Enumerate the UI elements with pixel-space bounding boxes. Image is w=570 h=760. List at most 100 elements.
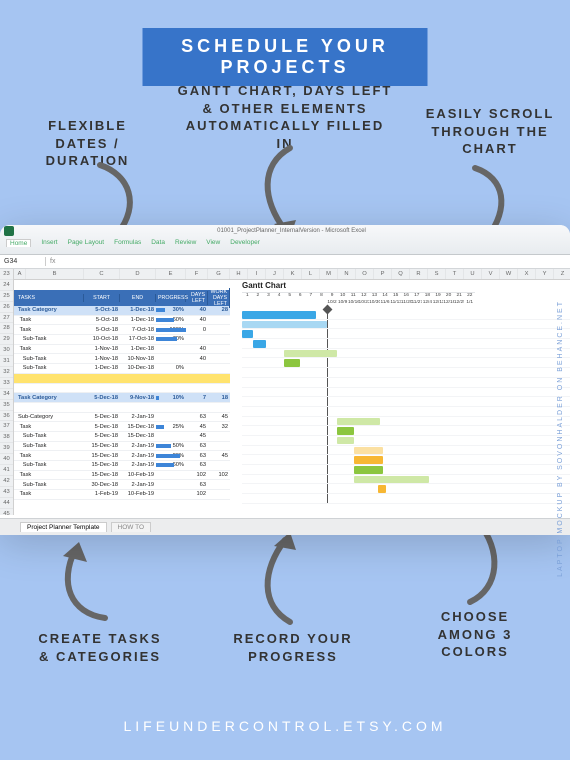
row-header[interactable]: 27	[0, 313, 13, 324]
table-row[interactable]	[14, 374, 230, 384]
gantt-bar[interactable]	[284, 359, 300, 367]
gantt-bar[interactable]	[378, 485, 386, 493]
footer-link[interactable]: LIFEUNDERCONTROL.ETSY.COM	[124, 718, 447, 734]
col-header[interactable]: X	[518, 269, 536, 279]
ribbon-tab-home[interactable]: Home	[6, 239, 31, 247]
ribbon-tab-insert[interactable]: Insert	[41, 239, 57, 247]
formula-bar[interactable]: G34 fx	[0, 255, 570, 269]
col-header[interactable]: B	[26, 269, 84, 279]
col-header[interactable]: O	[356, 269, 374, 279]
col-header[interactable]: R	[410, 269, 428, 279]
table-row[interactable]: Task15-Dec-182-Jan-1980%6345	[14, 451, 230, 461]
table-row[interactable]: Task5-Oct-181-Dec-1860%40	[14, 316, 230, 326]
row-header[interactable]: 40	[0, 454, 13, 465]
row-header[interactable]: 45	[0, 509, 13, 515]
col-header[interactable]: Z	[554, 269, 570, 279]
gantt-bar[interactable]	[253, 340, 267, 348]
table-row[interactable]: Task15-Dec-1810-Feb-19102102	[14, 471, 230, 481]
gantt-bar[interactable]	[242, 330, 253, 338]
row-header[interactable]: 43	[0, 487, 13, 498]
table-row[interactable]: Sub-Category5-Dec-182-Jan-196345	[14, 413, 230, 423]
task-table[interactable]: TASKS START END PROGRESS DAYSLEFT WORK D…	[14, 290, 230, 500]
ribbon-tab-developer[interactable]: Developer	[230, 239, 260, 247]
col-header[interactable]: W	[500, 269, 518, 279]
sheet-tab[interactable]: HOW TO	[111, 522, 151, 532]
col-header[interactable]: P	[374, 269, 392, 279]
table-row[interactable]: Sub-Task5-Dec-1815-Dec-1845	[14, 432, 230, 442]
table-row[interactable]: Task1-Nov-181-Dec-1840	[14, 345, 230, 355]
row-header[interactable]: 30	[0, 345, 13, 356]
ribbon-tabs[interactable]: HomeInsertPage LayoutFormulasDataReviewV…	[0, 237, 570, 249]
col-header[interactable]: F	[186, 269, 208, 279]
col-header[interactable]: Q	[392, 269, 410, 279]
table-row[interactable]: Task5-Dec-1815-Dec-1825%4532	[14, 422, 230, 432]
table-row[interactable]: Task1-Feb-1910-Feb-19102	[14, 490, 230, 500]
col-header[interactable]: L	[302, 269, 320, 279]
name-box[interactable]: G34	[0, 257, 46, 266]
row-header[interactable]: 28	[0, 323, 13, 334]
col-header[interactable]: Y	[536, 269, 554, 279]
col-header[interactable]: A	[14, 269, 26, 279]
table-row[interactable]: Sub-Task1-Dec-1810-Dec-180%	[14, 364, 230, 374]
row-header[interactable]: 31	[0, 356, 13, 367]
col-header[interactable]: V	[482, 269, 500, 279]
col-header[interactable]: E	[156, 269, 186, 279]
row-header[interactable]: 44	[0, 498, 13, 509]
row-header[interactable]: 39	[0, 443, 13, 454]
gantt-bar[interactable]	[337, 418, 379, 426]
column-headers[interactable]: ABCDEFGHIJKLMNOPQRSTUVWXYZAAABACADAE	[14, 269, 570, 280]
col-header[interactable]: I	[248, 269, 266, 279]
col-header[interactable]: S	[428, 269, 446, 279]
gantt-bar[interactable]	[354, 447, 383, 455]
row-header[interactable]: 36	[0, 411, 13, 422]
row-header[interactable]: 41	[0, 465, 13, 476]
row-header[interactable]: 23	[0, 269, 13, 280]
col-header[interactable]: N	[338, 269, 356, 279]
table-row[interactable]: Task5-Oct-187-Oct-18100%0	[14, 325, 230, 335]
col-header[interactable]: U	[464, 269, 482, 279]
gantt-bar[interactable]	[337, 437, 354, 445]
col-header[interactable]: T	[446, 269, 464, 279]
row-header[interactable]: 25	[0, 291, 13, 302]
gantt-bar[interactable]	[354, 466, 383, 474]
gantt-bar[interactable]	[284, 350, 337, 358]
row-header[interactable]: 24	[0, 280, 13, 291]
row-header[interactable]: 34	[0, 389, 13, 400]
table-row[interactable]: Sub-Task30-Dec-182-Jan-1963	[14, 480, 230, 490]
gantt-bar[interactable]	[242, 311, 316, 319]
row-header[interactable]: 42	[0, 476, 13, 487]
ribbon-tab-data[interactable]: Data	[151, 239, 165, 247]
row-header[interactable]: 26	[0, 302, 13, 313]
col-header[interactable]: G	[208, 269, 230, 279]
row-header[interactable]: 38	[0, 432, 13, 443]
ribbon-tab-view[interactable]: View	[206, 239, 220, 247]
table-row[interactable]: Sub-Task15-Dec-182-Jan-1950%63	[14, 442, 230, 452]
table-row[interactable]: Task Category5-Oct-181-Dec-1830%4028	[14, 306, 230, 316]
table-row[interactable]: Task Category5-Dec-189-Nov-1810%718	[14, 393, 230, 403]
gantt-bar[interactable]	[337, 427, 354, 435]
sheet-tabs[interactable]: Project Planner Template HOW TO	[0, 518, 570, 535]
table-row[interactable]: Sub-Task15-Dec-182-Jan-1960%63	[14, 461, 230, 471]
table-row[interactable]	[14, 384, 230, 394]
col-header[interactable]: D	[120, 269, 156, 279]
gantt-bar[interactable]	[242, 321, 327, 329]
col-header[interactable]: C	[84, 269, 120, 279]
col-header[interactable]: M	[320, 269, 338, 279]
ribbon-tab-formulas[interactable]: Formulas	[114, 239, 141, 247]
col-header[interactable]: K	[284, 269, 302, 279]
row-header[interactable]: 33	[0, 378, 13, 389]
col-header[interactable]: J	[266, 269, 284, 279]
row-header[interactable]: 37	[0, 421, 13, 432]
ribbon-tab-review[interactable]: Review	[175, 239, 196, 247]
row-header[interactable]: 32	[0, 367, 13, 378]
table-row[interactable]	[14, 403, 230, 413]
row-header[interactable]: 35	[0, 400, 13, 411]
col-header[interactable]: H	[230, 269, 248, 279]
row-header[interactable]: 29	[0, 334, 13, 345]
sheet-tab[interactable]: Project Planner Template	[20, 522, 107, 532]
gantt-chart[interactable]: Gantt Chart 1234567891011121314151617181…	[242, 280, 570, 504]
gantt-bar[interactable]	[354, 476, 428, 484]
gantt-bar[interactable]	[354, 456, 383, 464]
table-row[interactable]: Sub-Task1-Nov-1810-Nov-1840	[14, 354, 230, 364]
row-header-gutter[interactable]: 2324252627282930313233343536373839404142…	[0, 269, 14, 515]
